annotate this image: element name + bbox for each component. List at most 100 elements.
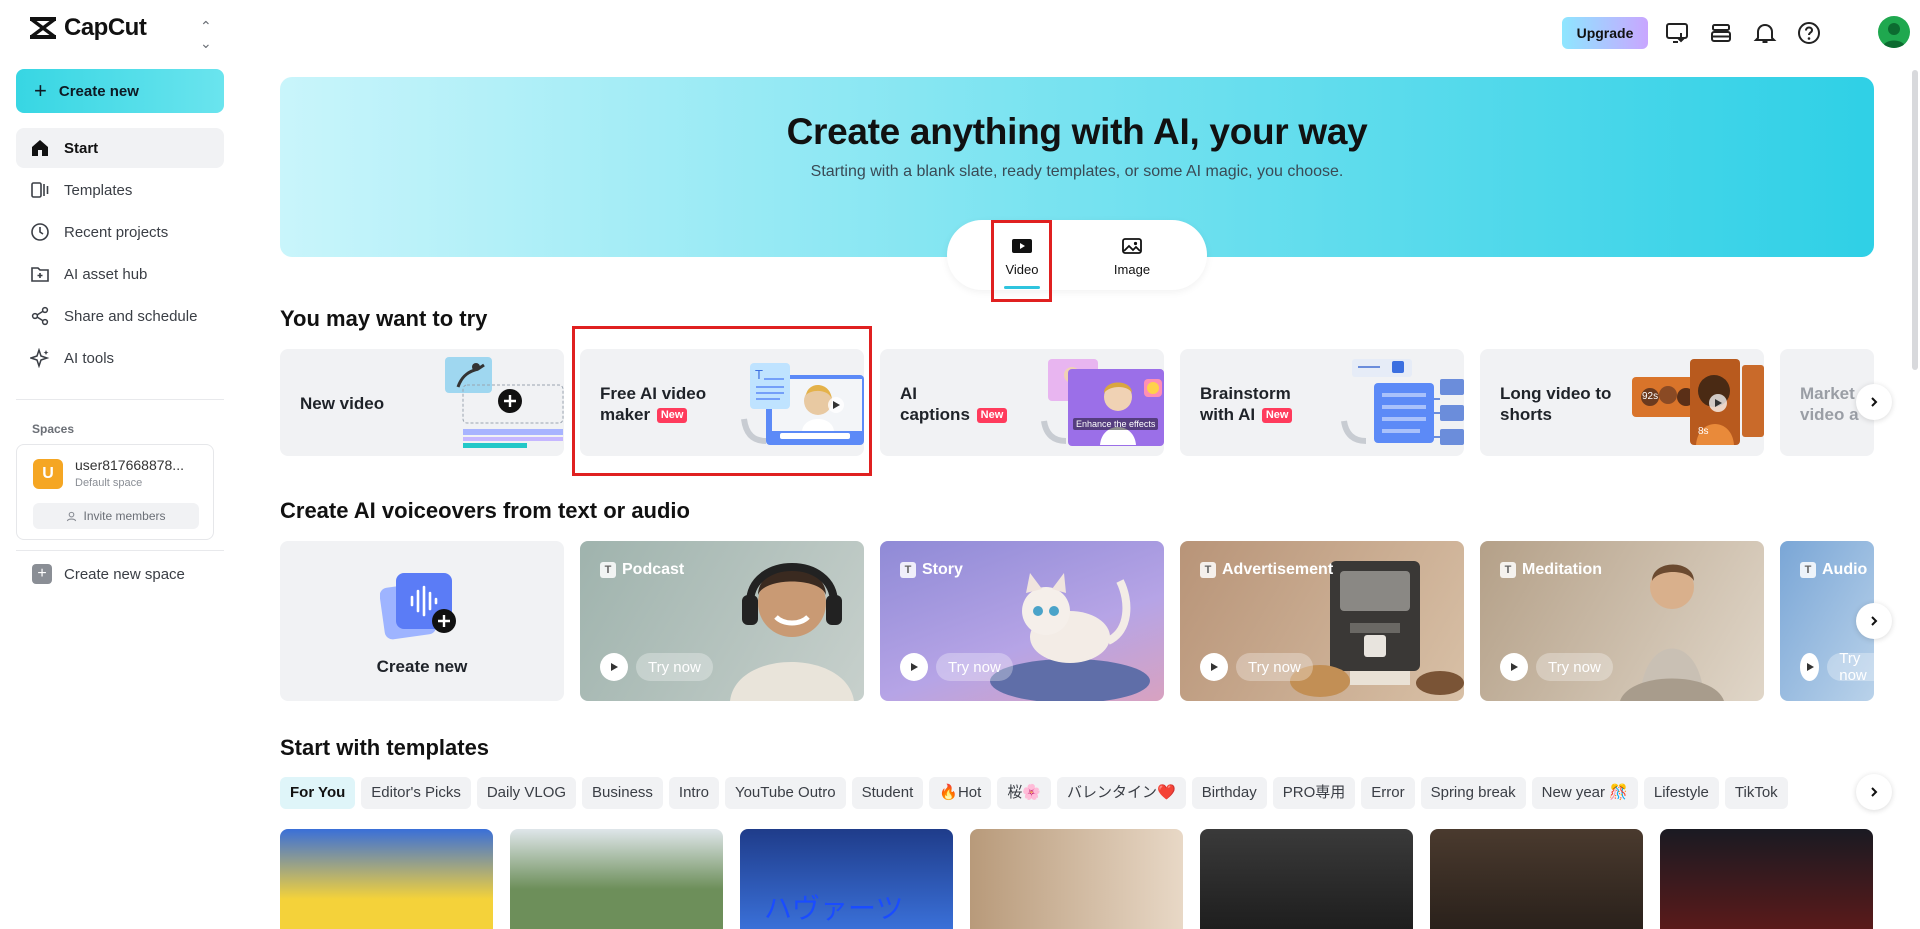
home-icon (32, 140, 48, 156)
try-card-new-video[interactable]: New video (280, 349, 564, 456)
template-thumbnail[interactable] (510, 829, 723, 929)
try-card-brainstorm-with-ai[interactable]: Brainstorm with AI New (1180, 349, 1464, 456)
space-card[interactable]: U user817668878... Default space Invite … (16, 444, 214, 540)
chip-youtube-outro[interactable]: YouTube Outro (724, 777, 846, 809)
template-thumbnail[interactable] (1660, 829, 1873, 929)
voice-next-arrow[interactable] (1856, 603, 1892, 639)
mode-tab-video[interactable]: Video (987, 234, 1057, 277)
create-new-space-button[interactable]: + Create new space (32, 564, 185, 584)
play-icon (600, 653, 628, 681)
try-now-button[interactable]: Try now (1200, 653, 1313, 681)
try-now-button[interactable]: Try now (600, 653, 713, 681)
template-thumbnail[interactable] (1200, 829, 1413, 929)
chip-business[interactable]: Business (582, 777, 663, 809)
sidebar-item-start[interactable]: Start (16, 128, 224, 168)
try-next-arrow[interactable] (1856, 384, 1892, 420)
sidebar-item-templates[interactable]: Templates (16, 170, 224, 210)
voice-card-title: Audio (1822, 561, 1868, 578)
try-now-label: Try now (1536, 653, 1613, 681)
card-title-line2: shorts (1500, 405, 1552, 424)
sidebar-item-ai-tools[interactable]: AI tools (16, 338, 224, 378)
chip-intro[interactable]: Intro (668, 777, 719, 809)
chip-birthday[interactable]: Birthday (1191, 777, 1267, 809)
create-new-button[interactable]: + Create new (16, 69, 224, 113)
try-now-label: Try now (1236, 653, 1313, 681)
card-title-line2: video a (1800, 405, 1859, 424)
try-section-title: You may want to try (280, 306, 488, 331)
template-thumbnail[interactable] (1430, 829, 1643, 929)
chip-sakura[interactable]: 桜🌸 (997, 777, 1052, 809)
chip-editors-picks[interactable]: Editor's Picks (361, 777, 471, 809)
upgrade-button[interactable]: Upgrade (1562, 17, 1648, 49)
try-now-button[interactable]: Try now (1500, 653, 1613, 681)
user-icon (67, 511, 77, 521)
voice-card-title: Meditation (1522, 561, 1602, 578)
chip-spring-break[interactable]: Spring break (1420, 777, 1526, 809)
user-avatar[interactable] (1878, 16, 1910, 48)
try-card-long-video-to-shorts[interactable]: Long video to shorts 92s 8s (1480, 349, 1764, 456)
plus-icon: + (32, 564, 52, 584)
invite-members-button[interactable]: Invite members (33, 503, 199, 529)
try-now-button[interactable]: Try now (900, 653, 1013, 681)
chip-valentine[interactable]: バレンタイン❤️ (1057, 777, 1186, 809)
capcut-logo[interactable]: CapCut (28, 14, 147, 42)
sidebar-divider (16, 399, 224, 400)
templates-icon (31, 182, 49, 198)
template-thumbnail[interactable] (280, 829, 493, 929)
chip-pro-only[interactable]: PRO専用 (1272, 777, 1356, 809)
text-icon: T (1800, 562, 1816, 578)
try-card-ai-captions[interactable]: AI captions New Enhance the effects (880, 349, 1164, 456)
layers-icon[interactable] (1708, 20, 1734, 46)
page-scrollbar[interactable] (1912, 70, 1918, 370)
help-icon[interactable] (1796, 20, 1822, 46)
voice-create-new-card[interactable]: Create new (280, 541, 564, 701)
voice-card-story[interactable]: T Story Try now (880, 541, 1164, 701)
text-icon: T (900, 562, 916, 578)
sidebar-item-share-and-schedule[interactable]: Share and schedule (16, 296, 224, 336)
chip-tiktok[interactable]: TikTok (1724, 777, 1788, 809)
caption-overlay-text: Enhance the effects (1073, 418, 1159, 430)
chips-next-arrow[interactable] (1856, 774, 1892, 810)
card-title-line2: with AI (1200, 405, 1256, 424)
mode-tab-image[interactable]: Image (1097, 234, 1167, 277)
chevron-right-icon (1871, 616, 1878, 626)
try-now-label: Try now (936, 653, 1013, 681)
card-title: AI (900, 384, 917, 403)
chip-daily-vlog[interactable]: Daily VLOG (476, 777, 577, 809)
template-thumbnail[interactable]: ハヴァーツ (740, 829, 953, 929)
voice-card-podcast[interactable]: T Podcast Try now (580, 541, 864, 701)
chip-new-year[interactable]: New year 🎊 (1531, 777, 1638, 809)
create-new-label: Create new (58, 82, 139, 100)
ai-video-maker-illustration: T (741, 363, 864, 445)
monitor-download-icon[interactable] (1664, 20, 1690, 46)
try-card-free-ai-video-maker[interactable]: Free AI video maker New T (580, 349, 864, 456)
template-thumbnail[interactable] (970, 829, 1183, 929)
chip-lifestyle[interactable]: Lifestyle (1643, 777, 1719, 809)
chip-for-you[interactable]: For You (280, 777, 356, 809)
chip-error[interactable]: Error (1361, 777, 1415, 809)
sidebar-item-ai-asset-hub[interactable]: AI asset hub (16, 254, 224, 294)
audio-wave-icon (380, 573, 456, 640)
templates-section-title: Start with templates (280, 735, 490, 760)
sidebar-item-label: Recent projects (64, 223, 169, 241)
create-new-space-label: Create new space (64, 565, 185, 583)
try-now-button[interactable]: Try now (1800, 650, 1874, 684)
chip-hot[interactable]: 🔥Hot (929, 777, 992, 809)
workspace-switch-icon[interactable]: ⌃ ⌄ (200, 18, 212, 52)
card-title: Free AI video (600, 384, 707, 403)
card-title-line2: maker (600, 405, 651, 424)
sidebar-item-recent-projects[interactable]: Recent projects (16, 212, 224, 252)
hero-title: Create anything with AI, your way (786, 111, 1368, 152)
ai-captions-illustration (1041, 359, 1164, 446)
text-icon: T (600, 562, 616, 578)
invite-members-label: Invite members (83, 509, 166, 523)
voice-card-title: Advertisement (1222, 561, 1334, 578)
brainstorm-illustration (1341, 359, 1464, 445)
voice-card-meditation[interactable]: T Meditation Try now (1480, 541, 1764, 701)
bell-icon[interactable] (1752, 20, 1778, 46)
capcut-logo-icon (29, 17, 57, 39)
chip-student[interactable]: Student (851, 777, 924, 809)
play-icon (1800, 653, 1820, 681)
sidebar-divider (16, 550, 224, 551)
voice-card-advertisement[interactable]: T Advertisement Try now (1180, 541, 1464, 701)
